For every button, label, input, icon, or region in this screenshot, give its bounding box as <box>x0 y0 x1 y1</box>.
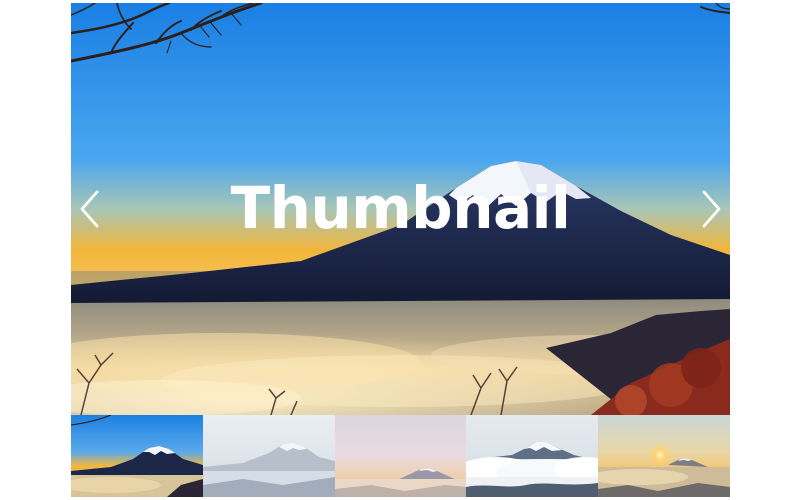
thumbnail-image <box>71 415 203 497</box>
thumbnail-image <box>598 415 730 497</box>
thumbnail-4[interactable] <box>466 415 599 497</box>
thumbnail-1[interactable] <box>71 415 203 497</box>
thumbnail-image <box>334 415 467 497</box>
main-slide[interactable]: Thumbnail <box>71 3 730 415</box>
thumbnail-image <box>466 415 599 497</box>
slide-title: Thumbnail <box>230 174 571 242</box>
thumbnail-image <box>202 415 335 497</box>
previous-slide-button[interactable] <box>78 189 102 229</box>
image-gallery: Thumbnail <box>71 3 730 497</box>
thumbnail-2[interactable] <box>202 415 335 497</box>
next-slide-button[interactable] <box>699 189 723 229</box>
chevron-right-icon <box>702 190 721 228</box>
chevron-left-icon <box>80 190 99 228</box>
thumbnail-3[interactable] <box>334 415 467 497</box>
thumbnail-5[interactable] <box>598 415 730 497</box>
thumbnail-strip <box>71 415 730 497</box>
